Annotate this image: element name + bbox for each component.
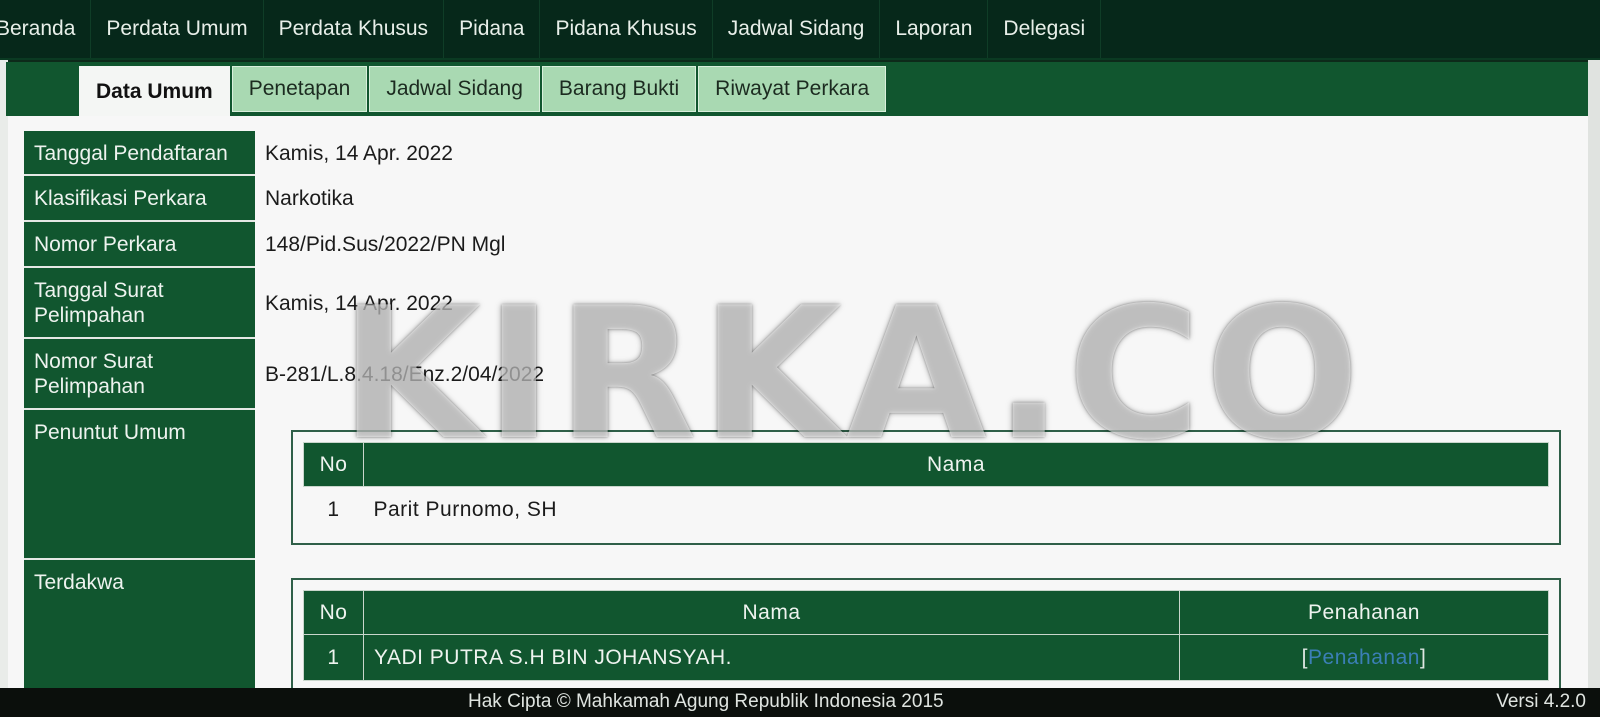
cell-no: 1 [303, 634, 364, 681]
field-row-tanggal-pendaftaran: Tanggal Pendaftaran Kamis, 14 Apr. 2022 [24, 131, 1580, 176]
frame-right-edge [1588, 60, 1600, 688]
column-header-no: No [303, 590, 364, 635]
cell-penahanan: [Penahanan] [1179, 634, 1549, 681]
nav-perdata-khusus[interactable]: Perdata Khusus [264, 0, 445, 58]
nav-perdata-umum[interactable]: Perdata Umum [91, 0, 264, 58]
field-label: Nomor Perkara [24, 222, 255, 268]
field-row-klasifikasi-perkara: Klasifikasi Perkara Narkotika [24, 176, 1580, 222]
column-header-penahanan: Penahanan [1179, 590, 1549, 635]
cell-no: 1 [327, 497, 340, 521]
tab-penetapan[interactable]: Penetapan [231, 66, 368, 112]
field-label: Penuntut Umum [24, 410, 255, 560]
field-value: Kamis, 14 Apr. 2022 [265, 291, 453, 315]
field-value: B-281/L.8.4.18/Enz.2/04/2022 [265, 362, 545, 386]
field-value: Narkotika [265, 187, 354, 210]
case-detail-panel: Tanggal Pendaftaran Kamis, 14 Apr. 2022 … [8, 116, 1588, 688]
table-row: 1 Parit Purnomo, SH [304, 487, 1549, 533]
tab-riwayat-perkara[interactable]: Riwayat Perkara [698, 66, 887, 112]
tab-barang-bukti[interactable]: Barang Bukti [541, 66, 697, 112]
penahanan-link[interactable]: Penahanan [1308, 646, 1420, 669]
nav-laporan[interactable]: Laporan [880, 0, 989, 58]
tab-jadwal-sidang[interactable]: Jadwal Sidang [369, 66, 540, 112]
tab-bar: Data Umum Penetapan Jadwal Sidang Barang… [6, 62, 1588, 118]
field-label: Tanggal Pendaftaran [24, 131, 255, 176]
nav-delegasi[interactable]: Delegasi [988, 0, 1102, 58]
field-label: Klasifikasi Perkara [24, 176, 255, 222]
nav-beranda[interactable]: Beranda [0, 0, 92, 58]
terdakwa-table: No Nama Penahanan 1 YADI PUTRA S.H BIN J… [291, 578, 1561, 688]
terdakwa-data-table: No Nama Penahanan 1 YADI PUTRA S.H BIN J… [303, 590, 1549, 681]
tab-list: Data Umum Penetapan Jadwal Sidang Barang… [79, 66, 888, 118]
frame-left-edge [0, 60, 8, 688]
nav-pidana-khusus[interactable]: Pidana Khusus [540, 0, 713, 58]
footer-version: Versi 4.2.0 [1496, 691, 1586, 712]
nav-jadwal-sidang[interactable]: Jadwal Sidang [713, 0, 881, 58]
tab-data-umum[interactable]: Data Umum [79, 66, 230, 118]
field-row-nomor-perkara: Nomor Perkara 148/Pid.Sus/2022/PN Mgl [24, 222, 1580, 268]
field-value: Kamis, 14 Apr. 2022 [265, 141, 453, 165]
field-label: Terdakwa [24, 560, 255, 688]
table-header-row: No Nama Penahanan [303, 590, 1549, 635]
penuntut-umum-table: No Nama 1 Parit Purnomo, SH [291, 430, 1561, 545]
field-label: Nomor Surat Pelimpahan [24, 339, 255, 410]
penuntut-table: No Nama 1 Parit Purnomo, SH [303, 442, 1549, 533]
table-row: 1 YADI PUTRA S.H BIN JOHANSYAH. [Penahan… [303, 634, 1549, 681]
table-header-row: No Nama [303, 442, 1549, 487]
field-row-tanggal-surat-pelimpahan: Tanggal Surat Pelimpahan Kamis, 14 Apr. … [24, 268, 1580, 339]
nav-pidana[interactable]: Pidana [444, 0, 541, 58]
column-header-nama: Nama [363, 442, 1549, 487]
bracket-close: ] [1419, 645, 1427, 669]
cell-nama: Parit Purnomo, SH [373, 497, 558, 521]
cell-nama: YADI PUTRA S.H BIN JOHANSYAH. [363, 634, 1180, 681]
footer: Hak Cipta © Mahkamah Agung Republik Indo… [0, 688, 1600, 717]
column-header-nama: Nama [363, 590, 1180, 635]
footer-copyright: Hak Cipta © Mahkamah Agung Republik Indo… [468, 691, 944, 712]
field-label: Tanggal Surat Pelimpahan [24, 268, 255, 339]
column-header-no: No [303, 442, 364, 487]
top-navigation: Beranda Perdata Umum Perdata Khusus Pida… [0, 0, 1600, 60]
field-value: 148/Pid.Sus/2022/PN Mgl [265, 233, 506, 256]
field-row-nomor-surat-pelimpahan: Nomor Surat Pelimpahan B-281/L.8.4.18/En… [24, 339, 1580, 410]
